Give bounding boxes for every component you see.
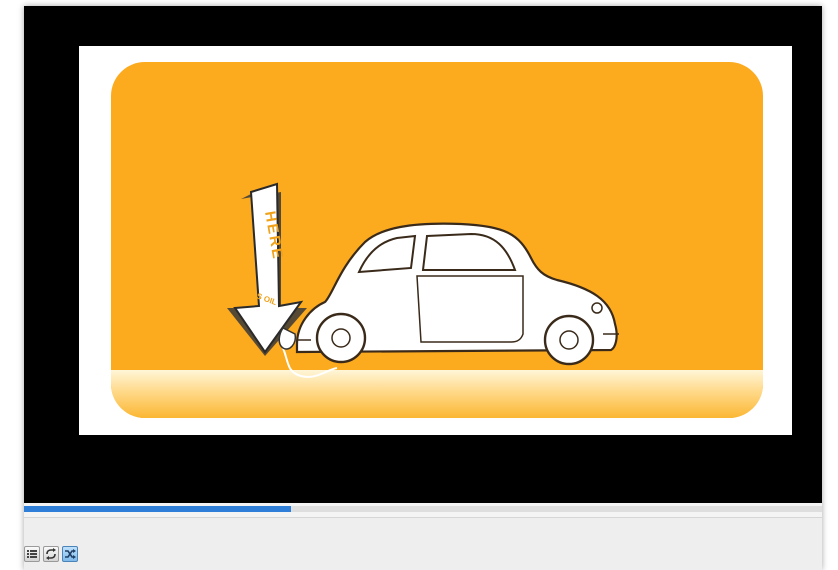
seek-bar[interactable]: [24, 503, 822, 518]
playlist-icon: [27, 550, 37, 558]
seek-track[interactable]: [24, 506, 822, 512]
media-player-window: HERE S OIL: [24, 6, 822, 570]
seek-progress-fill: [24, 506, 292, 512]
rear-wheel: [315, 312, 367, 364]
repeat-icon: [46, 548, 56, 560]
shuffle-button[interactable]: [62, 546, 78, 562]
playlist-button[interactable]: [24, 546, 40, 562]
video-display[interactable]: HERE S OIL: [24, 6, 822, 503]
video-frame-slide: HERE S OIL: [79, 46, 792, 435]
repeat-button[interactable]: [43, 546, 59, 562]
shuffle-icon: [65, 549, 76, 559]
player-controls: [24, 518, 822, 570]
car-fueling-illustration: HERE S OIL: [227, 182, 619, 378]
front-wheel: [543, 314, 595, 366]
orange-illustration-panel: HERE S OIL: [111, 62, 763, 418]
